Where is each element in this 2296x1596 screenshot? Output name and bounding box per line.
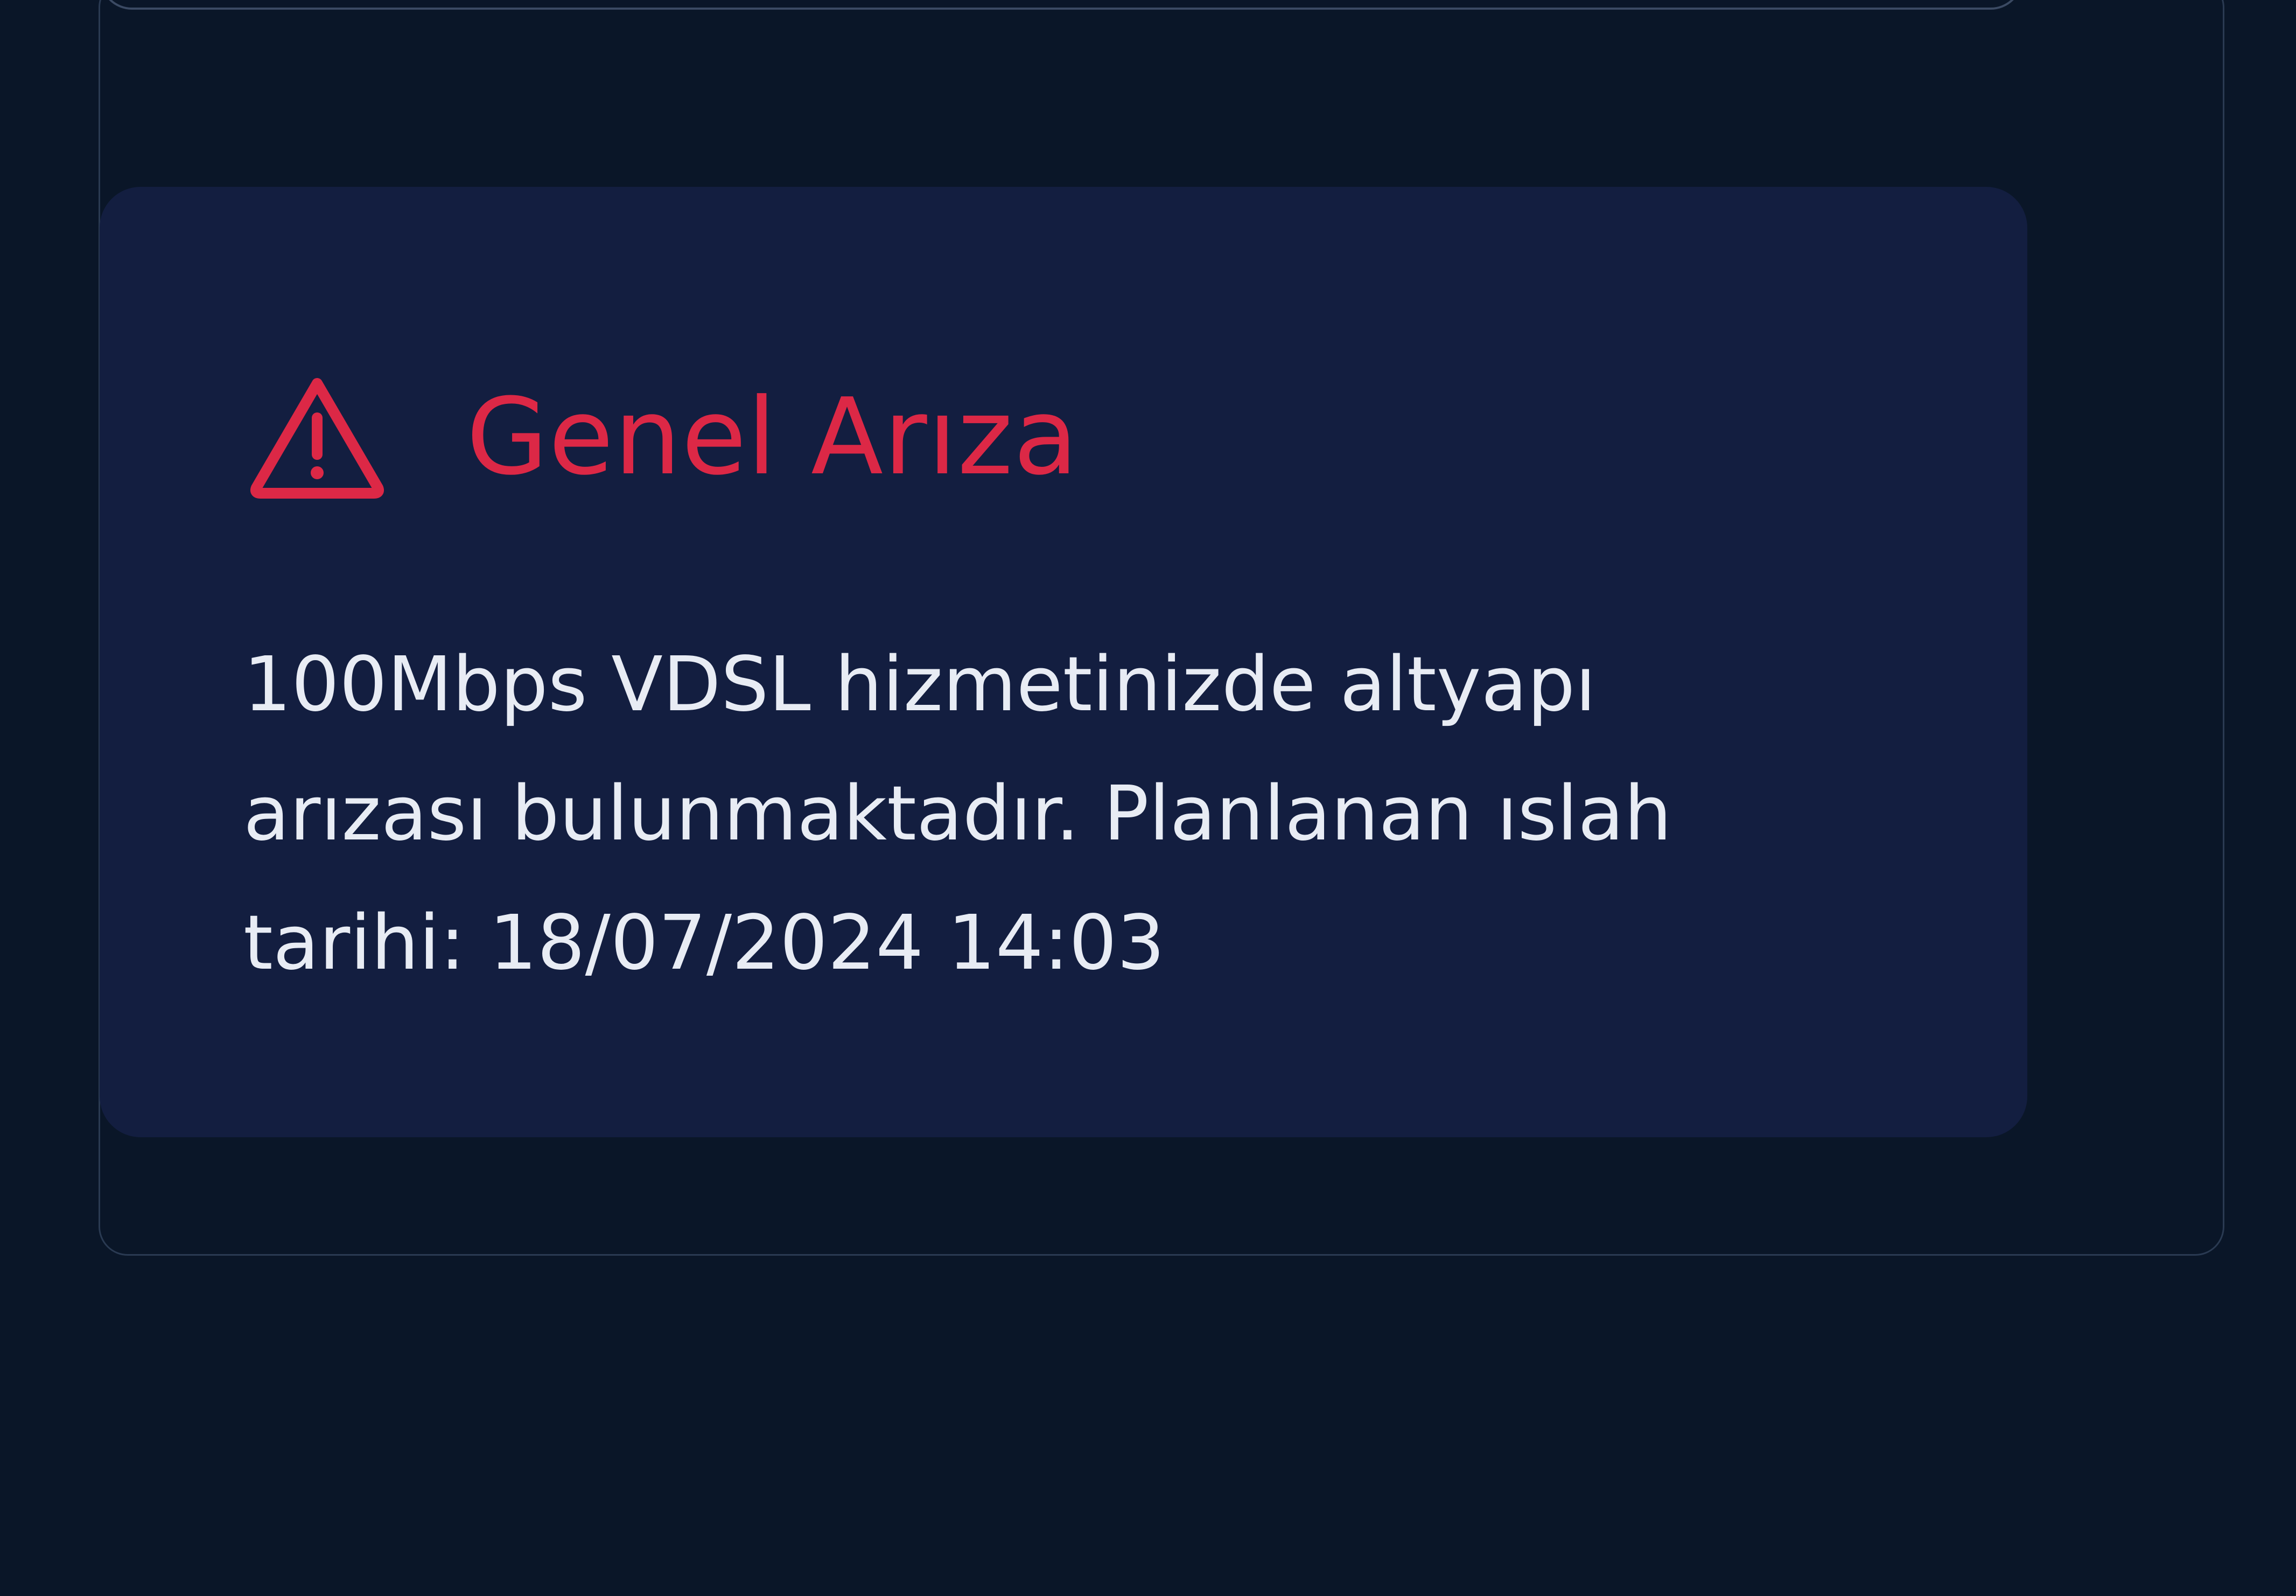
alert-header: Genel Arıza bbox=[248, 375, 1079, 499]
alert-title: Genel Arıza bbox=[466, 376, 1079, 499]
upper-card-edge bbox=[100, 0, 2023, 10]
alert-message: 100Mbps VDSL hizmetinizde altyapı arızas… bbox=[243, 641, 1672, 987]
warning-triangle-icon bbox=[250, 378, 384, 499]
